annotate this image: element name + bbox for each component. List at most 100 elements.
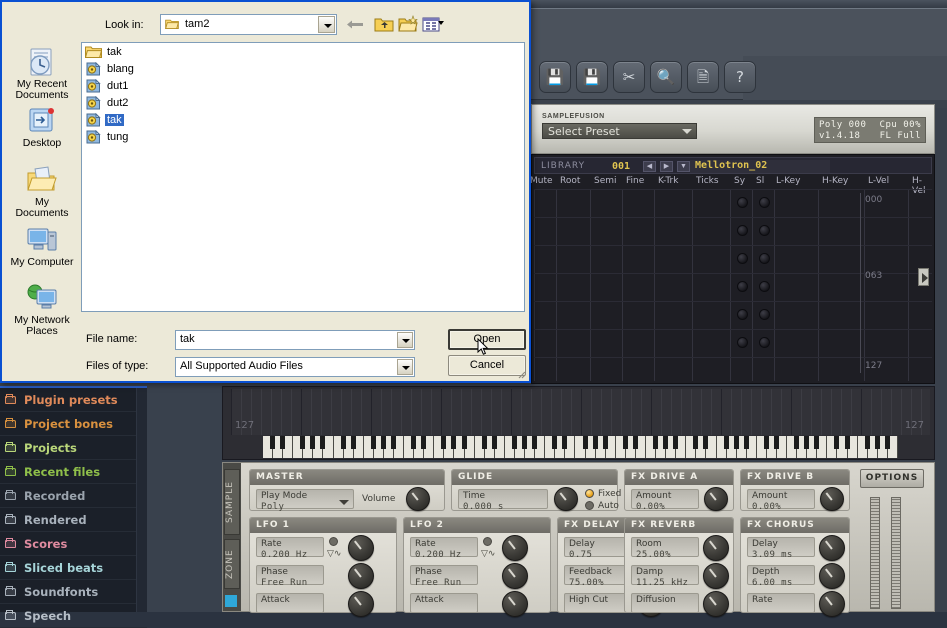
piano-black-key[interactable] [532, 436, 538, 449]
zoom-button[interactable]: 🔍 [650, 61, 682, 93]
piano-black-key[interactable] [834, 436, 840, 449]
piano-white-key[interactable] [545, 436, 558, 458]
piano-black-key[interactable] [340, 436, 346, 449]
lfo2-attack-knob[interactable] [502, 591, 528, 617]
piano-white-key[interactable] [575, 436, 588, 458]
piano-white-key[interactable] [364, 436, 376, 458]
piano-black-key[interactable] [491, 436, 497, 449]
zone-toggle-dot[interactable] [759, 253, 770, 264]
piano-black-key[interactable] [592, 436, 598, 449]
piano-white-key[interactable] [334, 436, 346, 458]
lfo1-sync-led-icon[interactable] [329, 537, 338, 546]
library-prev-button[interactable]: ◀ [643, 161, 656, 172]
piano-black-key[interactable] [481, 436, 487, 449]
options-button[interactable]: OPTIONS [860, 469, 924, 488]
piano-white-key[interactable] [827, 436, 840, 458]
expand-right-arrow-icon[interactable] [918, 268, 929, 286]
field-reverb-damp[interactable]: Damp 11.25 kHz [631, 565, 699, 588]
piano-black-key[interactable] [552, 436, 558, 449]
file-list-item[interactable]: dut1 [82, 77, 524, 94]
browser-item-recorded[interactable]: Recorded [0, 484, 147, 508]
diffusion-knob[interactable] [703, 591, 729, 617]
piano-black-key[interactable] [632, 436, 638, 449]
field-reverb-room[interactable]: Room 25.00% [631, 537, 699, 560]
place-my-computer[interactable]: My Computer [8, 224, 76, 268]
piano-black-key[interactable] [622, 436, 628, 449]
piano-black-key[interactable] [773, 436, 779, 449]
file-name-combobox[interactable]: tak [175, 330, 415, 350]
piano-black-key[interactable] [844, 436, 850, 449]
piano-white-key[interactable] [858, 436, 870, 458]
chorus-rate-knob[interactable] [819, 591, 845, 617]
lfo1-phase-knob[interactable] [348, 563, 374, 589]
save-button[interactable]: 💾 [576, 61, 608, 93]
room-knob[interactable] [703, 535, 729, 561]
page-button[interactable]: 🗎 [687, 61, 719, 93]
field-delay-feedback[interactable]: Feedback 75.00% [564, 565, 632, 588]
preset-dropdown[interactable]: Select Preset [542, 123, 697, 139]
piano-black-key[interactable] [733, 436, 739, 449]
zone-toggle-dot[interactable] [759, 225, 770, 236]
piano-black-key[interactable] [864, 436, 870, 449]
piano-keyboard[interactable] [263, 436, 898, 458]
piano-black-key[interactable] [884, 436, 890, 449]
piano-black-key[interactable] [380, 436, 386, 449]
piano-white-key[interactable] [434, 436, 447, 458]
piano-black-key[interactable] [270, 436, 276, 449]
new-folder-icon[interactable] [397, 14, 419, 35]
file-name-dropdown-button[interactable] [397, 332, 413, 348]
drive-b-knob[interactable] [820, 487, 844, 511]
file-list-item[interactable]: tak [82, 43, 524, 60]
field-delay-high-cut[interactable]: High Cut [564, 593, 632, 613]
field-chorus-depth[interactable]: Depth 6.00 ms [747, 565, 815, 588]
file-list[interactable]: tak blang dut1 dut2 tak tung [81, 42, 525, 312]
resize-grip[interactable] [516, 369, 526, 379]
place-my-network-places[interactable]: My Network Places [8, 282, 76, 337]
field-reverb-diffusion[interactable]: Diffusion [631, 593, 699, 613]
lfo2-rate-knob[interactable] [502, 535, 528, 561]
field-drive-b-amount[interactable]: Amount 0.00% [747, 489, 815, 512]
zone-toggle-dot[interactable] [759, 281, 770, 292]
piano-black-key[interactable] [723, 436, 729, 449]
zone-toggle-dot[interactable] [759, 197, 770, 208]
browser-item-scores[interactable]: Scores [0, 532, 147, 556]
field-chorus-rate[interactable]: Rate [747, 593, 815, 613]
piano-white-key[interactable] [475, 436, 487, 458]
piano-black-key[interactable] [814, 436, 820, 449]
output-slider-left[interactable] [870, 497, 880, 609]
piano-black-key[interactable] [663, 436, 669, 449]
file-list-item[interactable]: tung [82, 128, 524, 145]
glide-auto-radio[interactable] [585, 501, 594, 510]
browser-item-projects[interactable]: Projects [0, 436, 147, 460]
browser-item-sliced-beats[interactable]: Sliced beats [0, 556, 147, 580]
browser-item-project-bones[interactable]: Project bones [0, 412, 147, 436]
piano-black-key[interactable] [743, 436, 749, 449]
lfo2-sync-led-icon[interactable] [483, 537, 492, 546]
browser-item-recent-files[interactable]: Recent files [0, 460, 147, 484]
library-next-button[interactable]: ▶ [660, 161, 673, 172]
zone-toggle-dot[interactable] [737, 337, 748, 348]
piano-white-key[interactable] [263, 436, 276, 458]
piano-black-key[interactable] [653, 436, 659, 449]
browser-list[interactable]: Plugin presets Project bones Projects Recen… [0, 388, 147, 628]
piano-black-key[interactable] [441, 436, 447, 449]
up-one-level-icon[interactable] [373, 14, 395, 35]
piano-black-key[interactable] [763, 436, 769, 449]
zone-toggle-dot[interactable] [737, 197, 748, 208]
cut-button[interactable]: ✂ [613, 61, 645, 93]
piano-black-key[interactable] [794, 436, 800, 449]
piano-black-key[interactable] [320, 436, 326, 449]
files-of-type-combobox[interactable]: All Supported Audio Files [175, 357, 415, 377]
browser-item-speech[interactable]: Speech [0, 604, 147, 628]
piano-black-key[interactable] [370, 436, 376, 449]
field-drive-a-amount[interactable]: Amount 0.00% [631, 489, 699, 512]
volume-knob[interactable] [406, 487, 430, 511]
place-my-documents[interactable]: My Documents [8, 164, 76, 219]
piano-black-key[interactable] [350, 436, 356, 449]
piano-white-key[interactable] [505, 436, 517, 458]
tab-selected-indicator[interactable] [225, 595, 237, 607]
help-button[interactable]: ? [724, 61, 756, 93]
glide-time-knob[interactable] [554, 487, 578, 511]
piano-white-key[interactable] [293, 436, 306, 458]
back-arrow-icon[interactable] [347, 20, 363, 29]
